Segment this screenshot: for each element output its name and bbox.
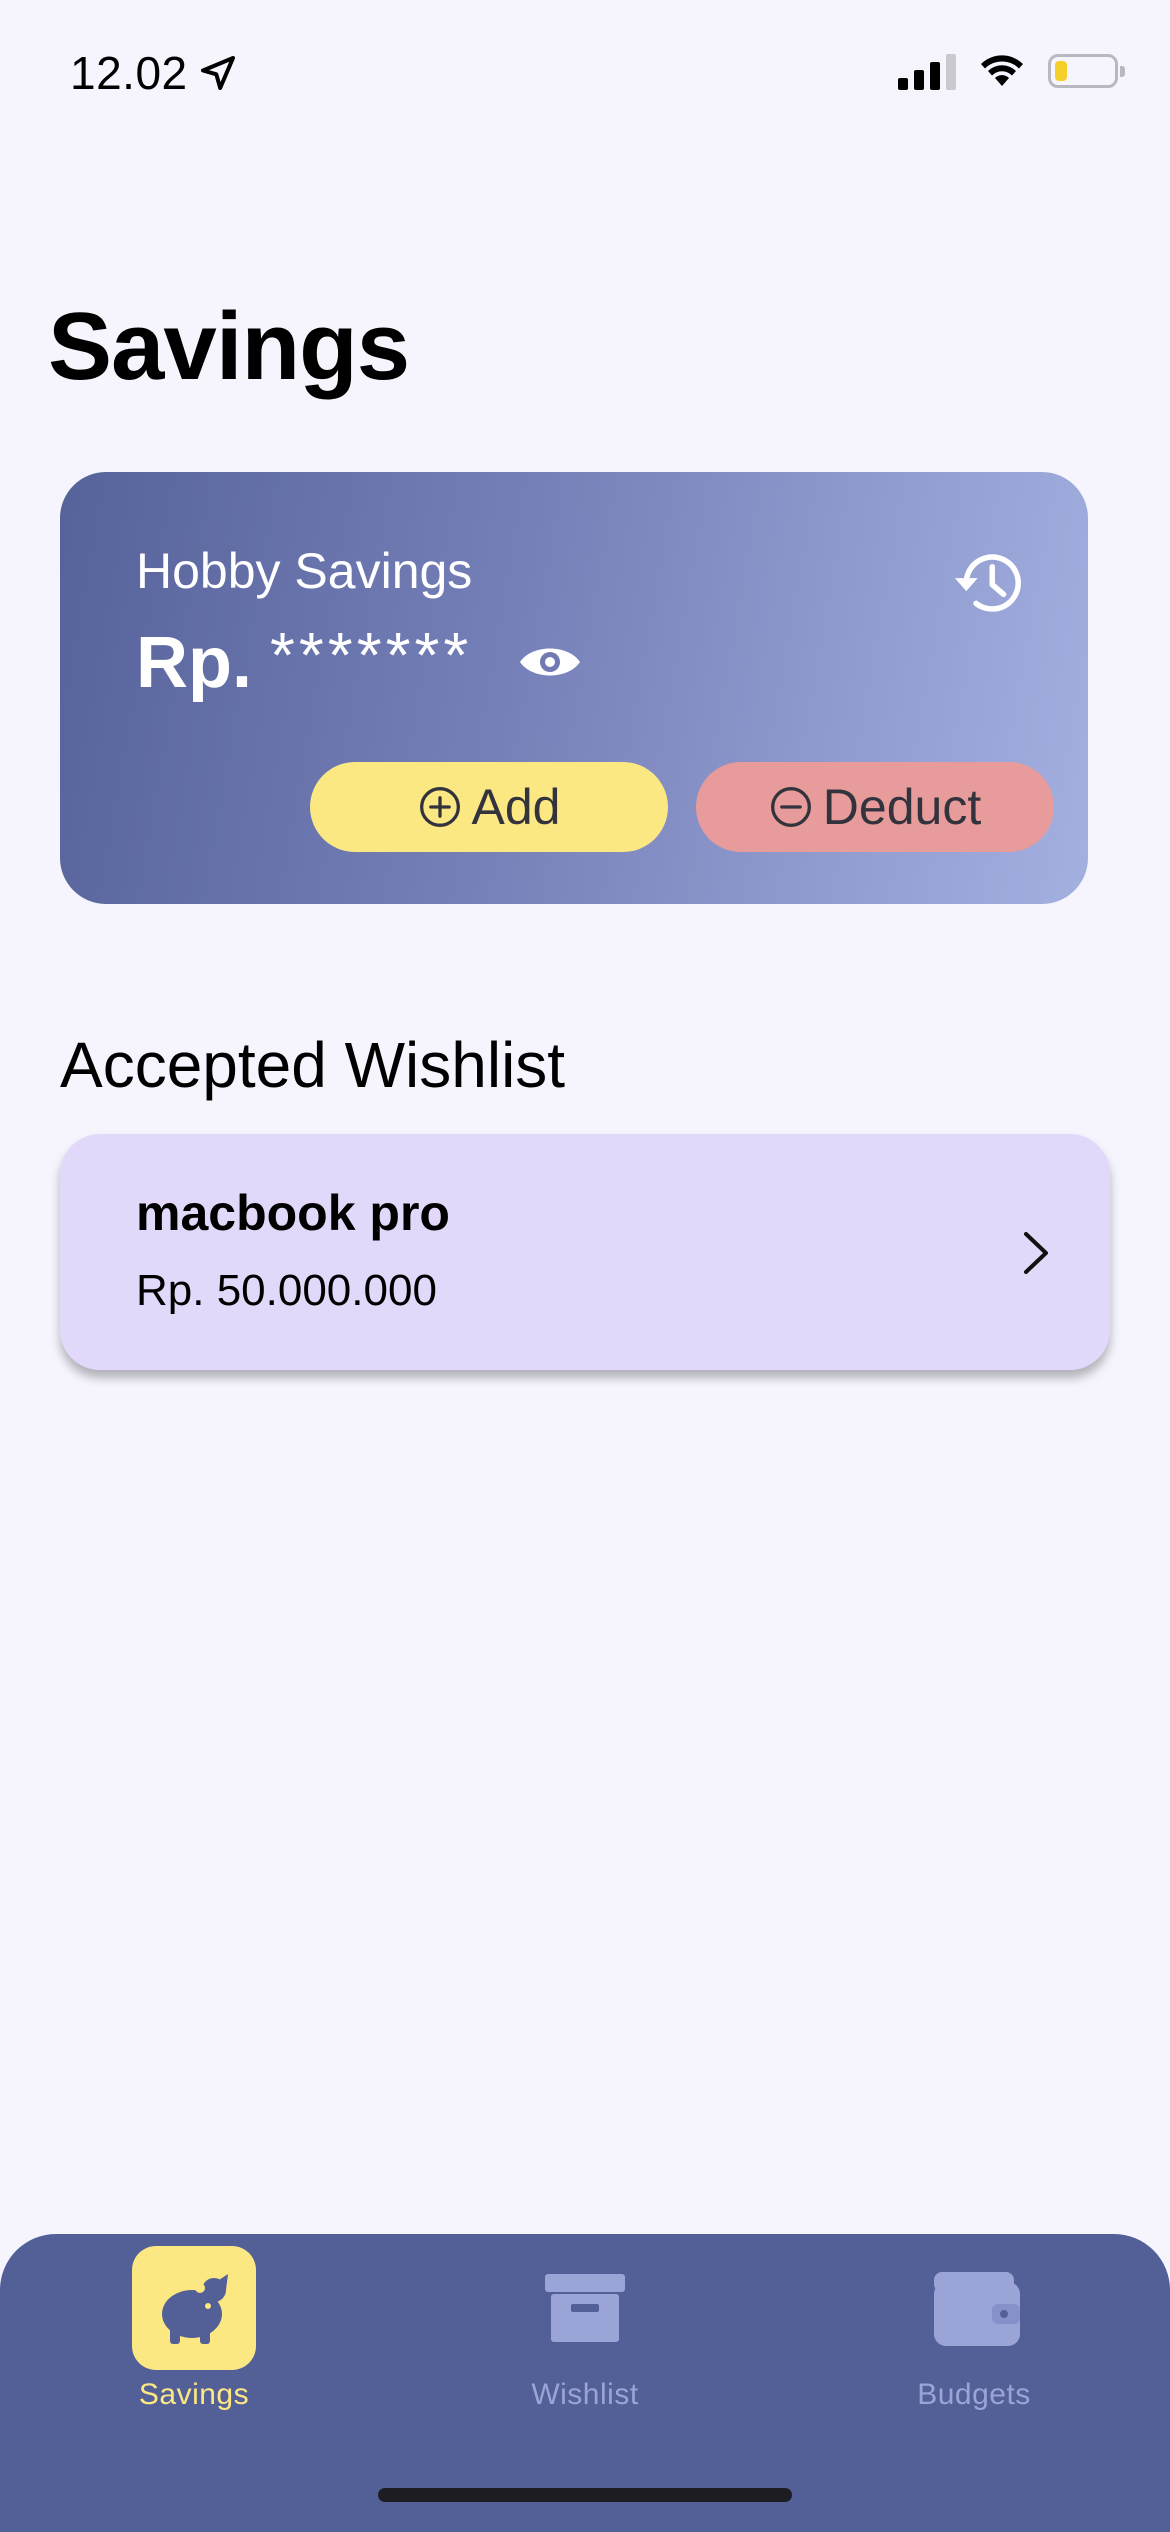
tab-savings-icon-bg (132, 2246, 256, 2370)
accepted-wishlist-title: Accepted Wishlist (60, 1029, 566, 1101)
status-time: 12.02 (70, 46, 238, 100)
wishlist-item[interactable]: macbook pro Rp. 50.000.000 (60, 1134, 1110, 1370)
savings-card: Hobby Savings Rp. ******* Add Deduct (60, 472, 1088, 904)
tab-wishlist[interactable]: Wishlist (455, 2246, 715, 2412)
tab-savings-label: Savings (138, 2378, 250, 2411)
wishlist-item-price: Rp. 50.000.000 (136, 1266, 437, 1315)
savings-name: Hobby Savings (136, 543, 473, 599)
home-indicator (378, 2488, 792, 2502)
wishlist-item-name: macbook pro (136, 1185, 450, 1241)
wallet-icon (934, 2272, 1020, 2346)
tab-budgets[interactable]: Budgets (844, 2246, 1104, 2412)
battery-icon (1048, 54, 1125, 88)
deduct-button[interactable]: Deduct (696, 762, 1054, 852)
tab-budgets-label: Budgets (917, 2378, 1031, 2411)
currency-label: Rp. (136, 623, 252, 703)
history-icon[interactable] (950, 544, 1028, 622)
archive-box-icon (545, 2274, 625, 2342)
page-title: Savings (48, 293, 410, 400)
wifi-icon (981, 55, 1023, 86)
tab-wishlist-label: Wishlist (531, 2378, 639, 2411)
deduct-button-label: Deduct (822, 779, 982, 835)
cellular-signal-icon (898, 52, 956, 90)
chevron-right-icon (1024, 1232, 1048, 1274)
add-button[interactable]: Add (310, 762, 668, 852)
savings-amount: Rp. ******* (136, 619, 472, 704)
tab-budgets-icon-bg (912, 2246, 1036, 2370)
location-arrow-icon (200, 56, 235, 90)
piggy-bank-icon (162, 2274, 228, 2344)
clock-text: 12.02 (70, 47, 188, 99)
status-indicators (898, 52, 1125, 90)
masked-balance: ******* (269, 619, 473, 691)
minus-circle-icon (770, 787, 811, 827)
plus-circle-icon (419, 787, 460, 827)
tab-wishlist-icon-bg (523, 2246, 647, 2370)
eye-icon[interactable] (518, 640, 582, 684)
add-button-label: Add (471, 779, 561, 835)
tab-savings[interactable]: Savings (64, 2246, 324, 2412)
